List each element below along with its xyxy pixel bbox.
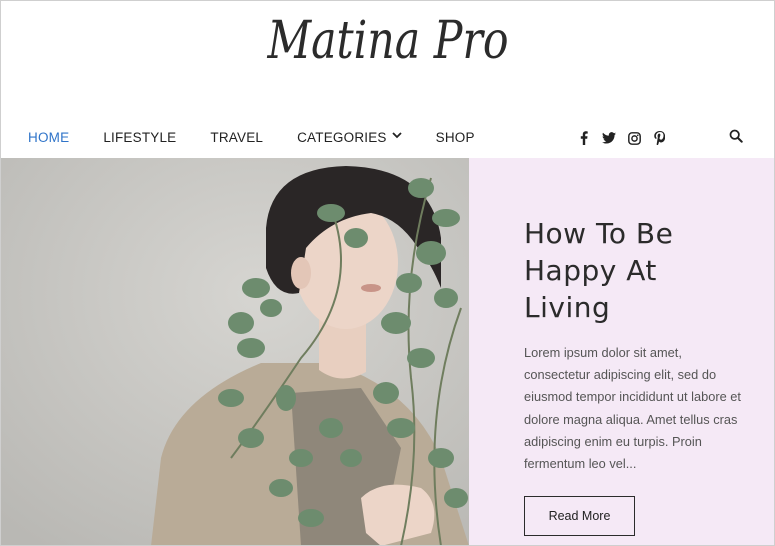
hero-illustration [1,158,469,545]
facebook-icon[interactable] [576,130,592,146]
social-links [576,130,667,146]
nav-travel[interactable]: TRAVEL [210,130,263,145]
post-title[interactable]: How To Be Happy At Living [524,215,744,326]
twitter-icon[interactable] [601,130,617,146]
post-excerpt: Lorem ipsum dolor sit amet, consectetur … [524,345,741,472]
read-more-button[interactable]: Read More [524,496,635,536]
hero-image[interactable] [1,158,469,545]
nav-categories[interactable]: CATEGORIES [297,130,402,145]
main-nav: HOME LIFESTYLE TRAVEL CATEGORIES SHOP [28,130,509,145]
site-logo[interactable]: Matina Pro [1,11,774,71]
pinterest-icon[interactable] [651,130,667,146]
nav-home[interactable]: HOME [28,130,69,145]
nav-shop[interactable]: SHOP [436,130,475,145]
nav-categories-label: CATEGORIES [297,130,387,145]
instagram-icon[interactable] [626,130,642,146]
chevron-down-icon [391,131,402,142]
search-icon[interactable] [729,129,745,145]
nav-lifestyle[interactable]: LIFESTYLE [103,130,176,145]
logo-text: Matina Pro [266,11,509,71]
page-frame: Matina Pro HOME LIFESTYLE TRAVEL CATEGOR… [0,0,775,546]
